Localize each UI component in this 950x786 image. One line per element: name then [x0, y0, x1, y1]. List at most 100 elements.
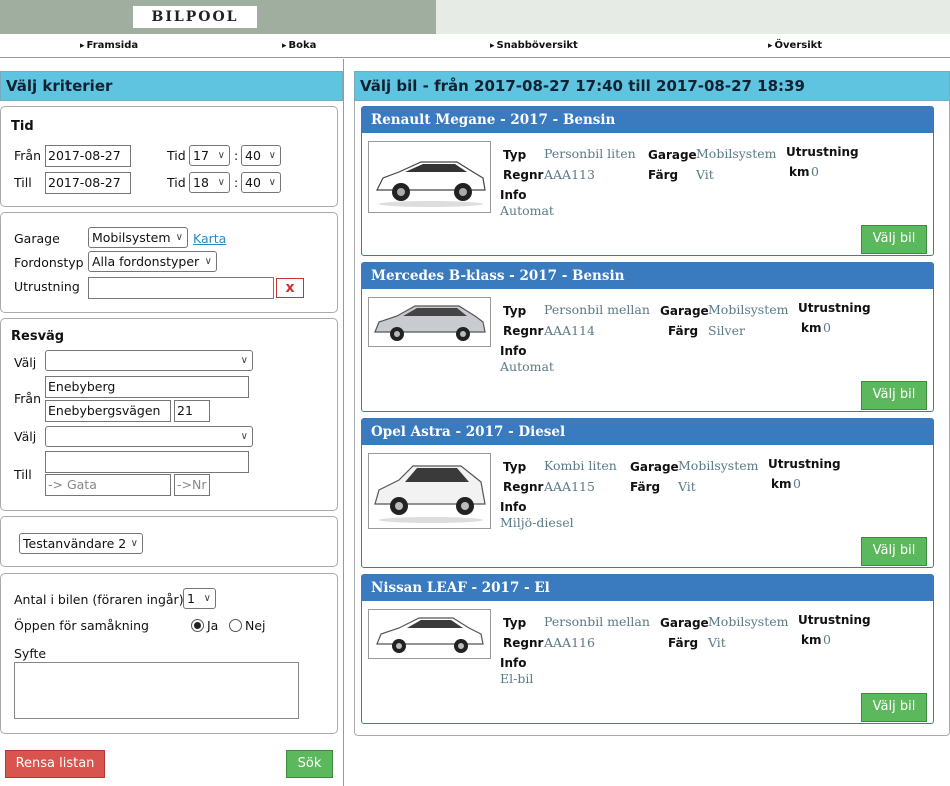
from-hour-value: 17 — [193, 148, 209, 163]
km-value: 0 — [823, 320, 831, 335]
equipment-input[interactable] — [88, 277, 274, 299]
to-date-input[interactable]: 2017-08-27 — [45, 172, 131, 194]
from-minute-select[interactable]: 40 ∨ — [241, 145, 281, 166]
vehicle-type-value: Alla fordonstyper — [92, 254, 200, 269]
equipment-key: Utrustning — [798, 613, 871, 627]
to-label: Till — [14, 175, 32, 190]
chevron-down-icon: ∨ — [203, 593, 211, 604]
share-yes-radio[interactable] — [191, 619, 204, 632]
car-image — [368, 141, 491, 213]
car-image — [368, 297, 491, 347]
car-icon — [376, 161, 486, 207]
trip-box: Antal i bilen (föraren ingår) 1 ∨ Öppen f… — [0, 573, 338, 734]
route-box: Resväg Välj ∨ Från Enebyberg Enebybergsv… — [0, 318, 338, 511]
clear-list-button[interactable]: Rensa listan — [5, 750, 105, 778]
car-title: Mercedes B-klass - 2017 - Bensin — [362, 263, 933, 289]
car-image — [368, 453, 491, 529]
passenger-count-select[interactable]: 1 ∨ — [183, 588, 216, 609]
clear-equipment-button[interactable]: x — [276, 278, 304, 298]
color-key: Färg — [630, 480, 661, 494]
info-value: Miljö-diesel — [500, 515, 574, 530]
choose-car-button[interactable]: Välj bil — [861, 693, 927, 722]
garage-key: Garage — [630, 460, 679, 474]
car-list-header: Välj bil - från 2017-08-27 17:40 till 20… — [354, 71, 950, 101]
color-value: Vit — [678, 479, 696, 494]
garage-label: Garage — [14, 231, 60, 246]
regnr-key: Regnr — [503, 480, 544, 494]
route-from-label: Från — [14, 391, 42, 406]
garage-select[interactable]: Mobilsystem ∨ — [88, 227, 188, 248]
top-banner: BILPOOL — [0, 0, 950, 34]
vehicle-type-select[interactable]: Alla fordonstyper ∨ — [88, 251, 217, 272]
chevron-down-icon: ∨ — [175, 232, 183, 243]
purpose-textarea[interactable] — [14, 662, 299, 719]
type-value: Personbil liten — [544, 146, 636, 161]
regnr-key: Regnr — [503, 168, 544, 182]
choose-car-button[interactable]: Välj bil — [861, 225, 927, 254]
chevron-down-icon: ∨ — [240, 431, 248, 442]
to-time-label: Tid — [167, 175, 186, 190]
km-value: 0 — [811, 164, 819, 179]
user-value: Testanvändare 2 — [23, 536, 127, 551]
chevron-down-icon: ∨ — [268, 150, 276, 161]
equipment-key: Utrustning — [798, 301, 871, 315]
equipment-key: Utrustning — [768, 457, 841, 471]
main-nav: Framsida Boka Snabböversikt Översikt — [0, 36, 950, 58]
from-street-input[interactable]: Enebybergsvägen — [45, 400, 171, 422]
type-key: Typ — [503, 616, 527, 630]
to-number-input[interactable]: ->Nr — [174, 474, 210, 496]
column-divider — [343, 59, 344, 786]
route-choose-label: Välj — [14, 355, 37, 370]
equipment-label: Utrustning — [14, 279, 80, 294]
km-key: km — [789, 165, 810, 179]
to-minute-select[interactable]: 40 ∨ — [241, 172, 281, 193]
from-number-input[interactable]: 21 — [174, 400, 210, 422]
car-card: Mercedes B-klass - 2017 - Bensin Typ Per… — [361, 262, 934, 412]
chevron-down-icon: ∨ — [130, 538, 138, 549]
choose-car-button[interactable]: Välj bil — [861, 537, 927, 566]
share-yes-label[interactable]: Ja — [207, 618, 218, 633]
time-box: Tid Från 2017-08-27 Tid 17 ∨ : 40 ∨ Till 2… — [0, 106, 338, 207]
car-card: Renault Megane - 2017 - Bensin Typ Perso… — [361, 106, 934, 256]
nav-framsida[interactable]: Framsida — [80, 40, 139, 51]
app-logo[interactable]: BILPOOL — [133, 6, 257, 28]
criteria-header: Välj kriterier — [0, 71, 343, 101]
time-colon: : — [234, 148, 239, 163]
from-address-select[interactable]: ∨ — [45, 350, 253, 371]
chevron-down-icon: ∨ — [268, 177, 276, 188]
info-value: Automat — [500, 359, 554, 374]
type-value: Kombi liten — [544, 458, 617, 473]
share-no-label[interactable]: Nej — [245, 618, 266, 633]
choose-car-button[interactable]: Välj bil — [861, 381, 927, 410]
garage-key: Garage — [660, 616, 709, 630]
filter-box: Garage Mobilsystem ∨ Karta Fordonstyp All… — [0, 212, 338, 313]
from-label: Från — [14, 148, 42, 163]
car-card: Opel Astra - 2017 - Diesel Typ Kombi lit… — [361, 418, 934, 568]
to-hour-select[interactable]: 18 ∨ — [189, 172, 230, 193]
car-icon — [376, 617, 484, 653]
type-key: Typ — [503, 460, 527, 474]
search-button[interactable]: Sök — [286, 750, 333, 778]
from-date-input[interactable]: 2017-08-27 — [45, 145, 131, 167]
to-address-select[interactable]: ∨ — [45, 426, 253, 447]
garage-key: Garage — [660, 304, 709, 318]
route-to-label: Till — [14, 467, 32, 482]
user-select[interactable]: Testanvändare 2 ∨ — [19, 533, 143, 554]
map-link[interactable]: Karta — [193, 231, 226, 246]
passenger-count-value: 1 — [187, 591, 195, 606]
chevron-down-icon: ∨ — [240, 355, 248, 366]
color-value: Silver — [708, 323, 745, 338]
garage-value: Mobilsystem — [708, 302, 789, 317]
to-city-input[interactable] — [45, 451, 249, 473]
km-key: km — [801, 633, 822, 647]
nav-oversikt[interactable]: Översikt — [768, 40, 823, 51]
from-city-input[interactable]: Enebyberg — [45, 376, 249, 398]
to-street-input[interactable]: -> Gata — [45, 474, 171, 496]
share-no-radio[interactable] — [229, 619, 242, 632]
info-key: Info — [500, 344, 527, 358]
car-image — [368, 609, 491, 659]
nav-snabboversikt[interactable]: Snabböversikt — [490, 40, 578, 51]
nav-boka[interactable]: Boka — [282, 40, 317, 51]
from-hour-select[interactable]: 17 ∨ — [189, 145, 230, 166]
from-time-label: Tid — [167, 148, 186, 163]
